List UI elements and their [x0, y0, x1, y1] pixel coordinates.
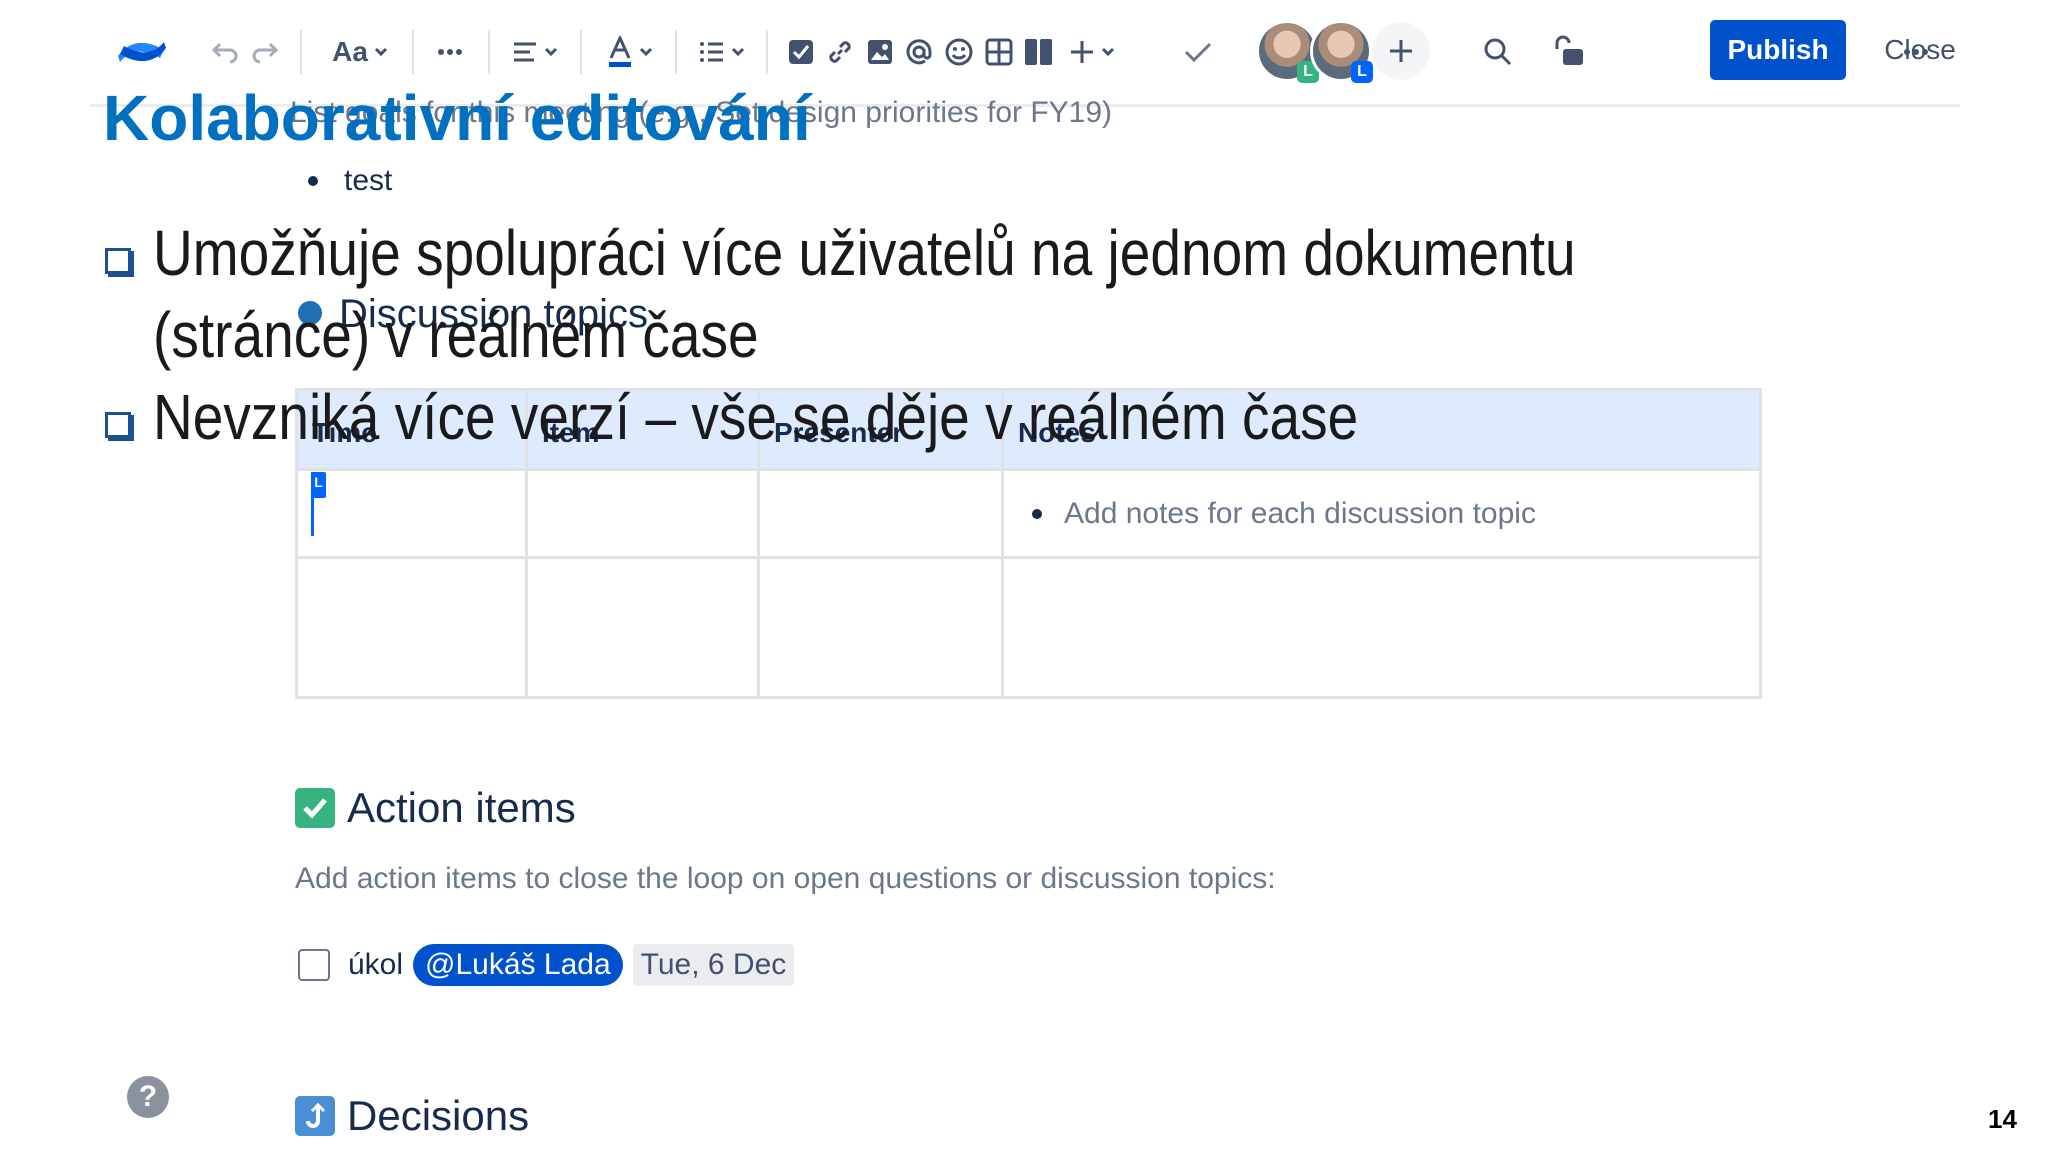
task-item: úkol @Lukáš Lada Tue, 6 Dec [298, 944, 795, 986]
table-row: Add notes for each discussion topic [295, 468, 1762, 559]
action-items-heading: Action items [295, 784, 576, 832]
collaborator-avatar[interactable]: L [1256, 20, 1319, 83]
square-bullet-icon [105, 412, 131, 438]
task-checkbox[interactable] [298, 949, 330, 981]
emoji-icon[interactable] [940, 24, 978, 80]
action-items-label: Action items [347, 784, 576, 831]
search-icon[interactable] [1476, 24, 1520, 80]
bullet-dot [308, 176, 318, 186]
slide-bullet: Umožňuje spolupráci více uživatelů na je… [105, 212, 1985, 376]
task-text[interactable]: úkol [348, 948, 403, 982]
square-bullet-icon [105, 248, 131, 274]
toolbar-divider [412, 30, 414, 74]
plus-icon [1390, 40, 1412, 62]
more-formatting-icon[interactable] [430, 24, 470, 80]
text-style-label: Aa [332, 36, 368, 67]
undo-icon[interactable] [205, 24, 245, 80]
toolbar-divider [580, 30, 582, 74]
table-cell[interactable] [295, 556, 528, 699]
table-cell[interactable]: Add notes for each discussion topic [1001, 468, 1762, 559]
more-actions-icon[interactable] [1894, 24, 1938, 80]
task-checkbox-icon[interactable] [783, 24, 819, 80]
alignment-dropdown[interactable] [505, 24, 565, 80]
chevron-down-icon [1101, 47, 1115, 57]
toolbar-divider [675, 30, 677, 74]
slide-bullet-text: Umožňuje spolupráci více uživatelů na je… [153, 217, 1576, 371]
toolbar-divider [766, 30, 768, 74]
list-item-text: test [344, 164, 393, 197]
table-cell[interactable] [525, 468, 760, 559]
action-items-description: Add action items to close the loop on op… [295, 862, 1276, 895]
notes-placeholder-text: Add notes for each discussion topic [1064, 497, 1536, 530]
table-cell[interactable] [295, 468, 528, 559]
decisions-label: Decisions [347, 1092, 530, 1139]
table-cell[interactable] [525, 556, 760, 699]
text-color-icon [609, 36, 631, 67]
toolbar-divider [488, 30, 490, 74]
slide-bullet-list: Umožňuje spolupráci více uživatelů na je… [105, 212, 1985, 458]
green-check-icon [295, 788, 335, 828]
checkmark-icon[interactable] [1178, 24, 1218, 80]
due-date-chip[interactable]: Tue, 6 Dec [632, 944, 795, 986]
collaborator-avatar[interactable]: L [1310, 20, 1373, 83]
bullet-list-icon [700, 42, 723, 62]
collaborator-cursor-flag: L [311, 472, 326, 498]
table-cell[interactable] [757, 556, 1004, 699]
slide-title: Kolaborativní editování [103, 82, 811, 154]
user-mention[interactable]: @Lukáš Lada [413, 944, 623, 986]
text-color-dropdown[interactable] [600, 24, 660, 80]
plus-icon [1071, 41, 1093, 63]
slide-bullet-text: Nevzniká více verzí – vše se děje v reál… [153, 381, 1359, 453]
restrictions-lock-icon[interactable] [1548, 24, 1592, 80]
chevron-down-icon [639, 47, 653, 57]
decision-arrow-icon [295, 1096, 335, 1136]
layouts-icon[interactable] [1020, 24, 1058, 80]
redo-icon[interactable] [245, 24, 285, 80]
collaborator-badge: L [1351, 61, 1373, 83]
help-icon[interactable]: ? [127, 1076, 169, 1118]
table-icon[interactable] [980, 24, 1018, 80]
bullet-dot [1032, 509, 1042, 519]
mention-icon[interactable] [900, 24, 938, 80]
toolbar-divider [300, 30, 302, 74]
align-left-icon [514, 42, 536, 62]
notes-placeholder-item: Add notes for each discussion topic [1032, 497, 1745, 531]
invite-collaborator-button[interactable] [1372, 22, 1430, 80]
list-dropdown[interactable] [692, 24, 752, 80]
insert-more-dropdown[interactable] [1062, 24, 1122, 80]
slide-bullet: Nevzniká více verzí – vše se děje v reál… [105, 376, 1985, 458]
list-item[interactable]: test [308, 164, 392, 198]
table-cell[interactable] [1001, 556, 1762, 699]
image-icon[interactable] [862, 24, 898, 80]
table-row [295, 556, 1762, 699]
chevron-down-icon [374, 47, 387, 57]
chevron-down-icon [731, 47, 745, 57]
table-cell[interactable] [757, 468, 1004, 559]
text-style-dropdown[interactable]: Aa [325, 24, 395, 80]
chevron-down-icon [544, 47, 558, 57]
confluence-logo-icon[interactable] [114, 24, 170, 80]
slide-page-number: 14 [1988, 1104, 2017, 1134]
link-icon[interactable] [822, 24, 858, 80]
publish-button[interactable]: Publish [1710, 20, 1846, 80]
decisions-heading: Decisions [295, 1092, 529, 1140]
